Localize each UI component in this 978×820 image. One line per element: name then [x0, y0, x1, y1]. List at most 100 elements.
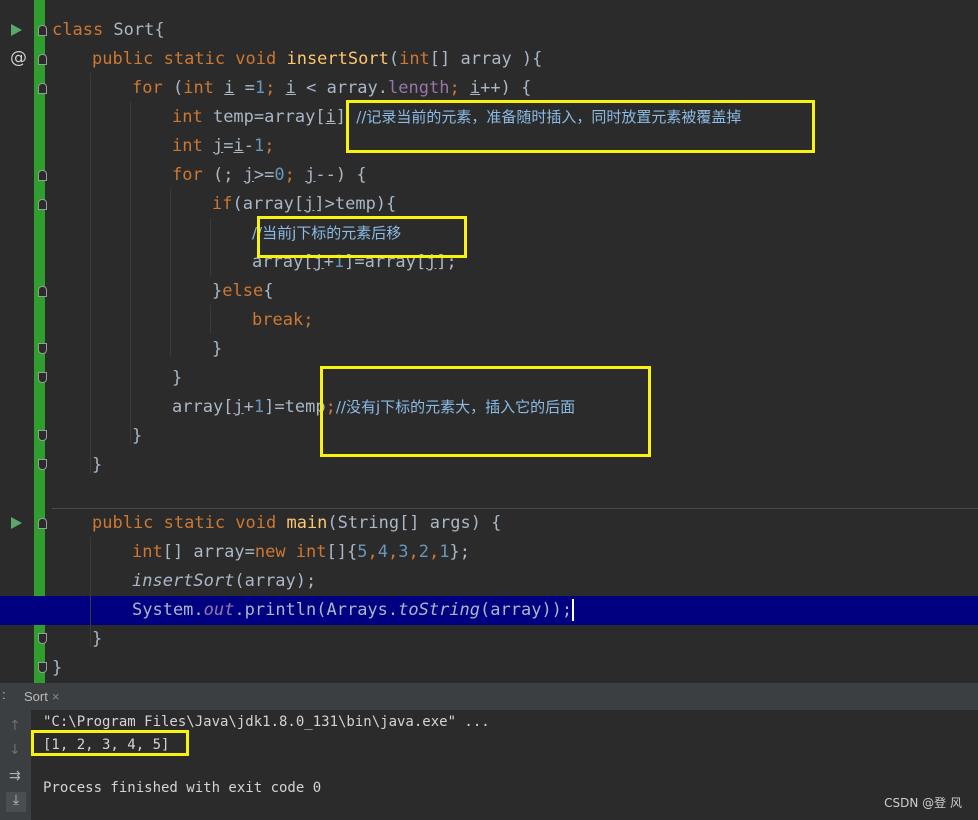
code-line: }: [92, 451, 102, 480]
keyword: new: [254, 542, 296, 562]
code-text: temp=array[: [202, 107, 326, 127]
code-text: }: [132, 426, 143, 446]
code-line: public static void main(String[] args) {: [92, 509, 501, 538]
code-text: =: [234, 78, 255, 98]
run-icon[interactable]: [11, 517, 22, 529]
variable: j: [212, 136, 224, 156]
method-name: main: [286, 513, 328, 533]
variable: j: [243, 165, 254, 185]
indent-guide: [210, 305, 211, 334]
code-text: (array[: [232, 194, 305, 214]
fold-icon[interactable]: [38, 343, 47, 354]
code-line: }: [52, 654, 62, 683]
code-text: };: [449, 542, 470, 562]
number: 4: [377, 542, 388, 562]
fold-icon[interactable]: [38, 459, 47, 470]
keyword: break: [252, 310, 304, 330]
variable: i: [233, 136, 244, 156]
close-icon[interactable]: ×: [52, 689, 60, 704]
code-text: ,: [428, 542, 440, 562]
code-text: {: [263, 281, 274, 301]
variable: i: [224, 78, 235, 98]
code-text: =: [223, 136, 234, 156]
code-text: [] array=: [162, 542, 255, 562]
code-line: if(array[j]>temp){: [212, 190, 396, 219]
fold-icon[interactable]: [38, 372, 47, 383]
code-editor[interactable]: @ class Sort{ public static void insertS…: [0, 0, 978, 683]
fold-icon[interactable]: [38, 170, 47, 181]
indent-guide: [90, 537, 91, 647]
keyword: for: [132, 78, 163, 98]
method-call: insertSort: [132, 571, 235, 591]
variable: i: [285, 78, 296, 98]
indent-guide: [90, 73, 91, 473]
scroll-up-icon[interactable]: ↑: [9, 718, 21, 734]
code-text: System.: [132, 600, 204, 620]
code-line: int j=i-1;: [172, 132, 274, 161]
type: int: [399, 49, 430, 69]
indent-guide: [130, 102, 131, 444]
method-call: toString: [398, 600, 481, 620]
code-text: ]>temp){: [314, 194, 397, 214]
type: int: [183, 78, 214, 98]
code-line: System.out.println(Arrays.toString(array…: [132, 596, 575, 625]
code-text: ,: [387, 542, 399, 562]
fold-icon[interactable]: [38, 662, 47, 673]
text-caret: [572, 599, 575, 621]
tab-sort[interactable]: Sort ×: [24, 687, 59, 707]
fold-icon[interactable]: [38, 518, 47, 529]
code-text: --) {: [315, 165, 367, 185]
console-output[interactable]: "C:\Program Files\Java\jdk1.8.0_131\bin\…: [31, 710, 978, 820]
fold-icon[interactable]: [38, 25, 47, 36]
annotation-box: [346, 100, 815, 153]
code-line: break;: [252, 306, 313, 335]
code-text: (: [162, 78, 184, 98]
type: int: [295, 542, 327, 562]
scroll-down-icon[interactable]: ↓: [9, 742, 21, 758]
run-icon[interactable]: [11, 24, 22, 36]
code-text: }: [52, 658, 63, 678]
number: 1: [254, 78, 266, 98]
code-line: for (int i =1; i < array.length; i++) {: [132, 74, 531, 103]
variable: j: [305, 165, 316, 185]
code-line: class Sort{: [52, 16, 165, 45]
code-text: (array));: [480, 600, 573, 620]
vcs-change-bar: [34, 0, 45, 683]
code-text: +: [243, 397, 254, 417]
code-text: ,: [367, 542, 378, 562]
fold-icon[interactable]: [38, 199, 47, 210]
soft-wrap-icon[interactable]: ⇉: [9, 768, 21, 784]
code-text: array[: [172, 397, 234, 417]
keyword: for: [172, 165, 203, 185]
code-text: ;: [284, 165, 306, 185]
code-text: ;: [449, 78, 470, 98]
code-text: (array);: [234, 571, 317, 591]
watermark: CSDN @登 风: [884, 796, 962, 810]
code-line: for (; j>=0; j--) {: [172, 161, 367, 190]
annotation-box: [31, 730, 189, 756]
code-text: ;: [303, 310, 314, 330]
params: [] array ){: [429, 49, 543, 69]
params: (String[] args) {: [327, 513, 502, 533]
fold-icon[interactable]: [38, 83, 47, 94]
code-text: < array.: [295, 78, 389, 98]
fold-icon[interactable]: [38, 633, 47, 644]
fold-icon[interactable]: [38, 286, 47, 297]
fold-icon[interactable]: [38, 54, 47, 65]
paren: (: [388, 49, 400, 69]
code-text: }: [172, 368, 183, 388]
code-line: int[] array=new int[]{5,4,3,2,1};: [132, 538, 470, 567]
indent-guide: [210, 218, 211, 276]
scroll-to-end-icon[interactable]: ⤓: [6, 792, 26, 812]
number: 1: [439, 542, 450, 562]
code-text: .println(Arrays.: [234, 600, 399, 620]
code-line: }else{: [212, 277, 273, 306]
variable: j: [304, 194, 315, 214]
number: 2: [418, 542, 429, 562]
at-icon[interactable]: @: [10, 48, 27, 68]
number: 1: [253, 397, 265, 417]
method-name: insertSort: [286, 49, 389, 69]
fold-icon[interactable]: [38, 430, 47, 441]
code-line: }: [212, 335, 222, 364]
